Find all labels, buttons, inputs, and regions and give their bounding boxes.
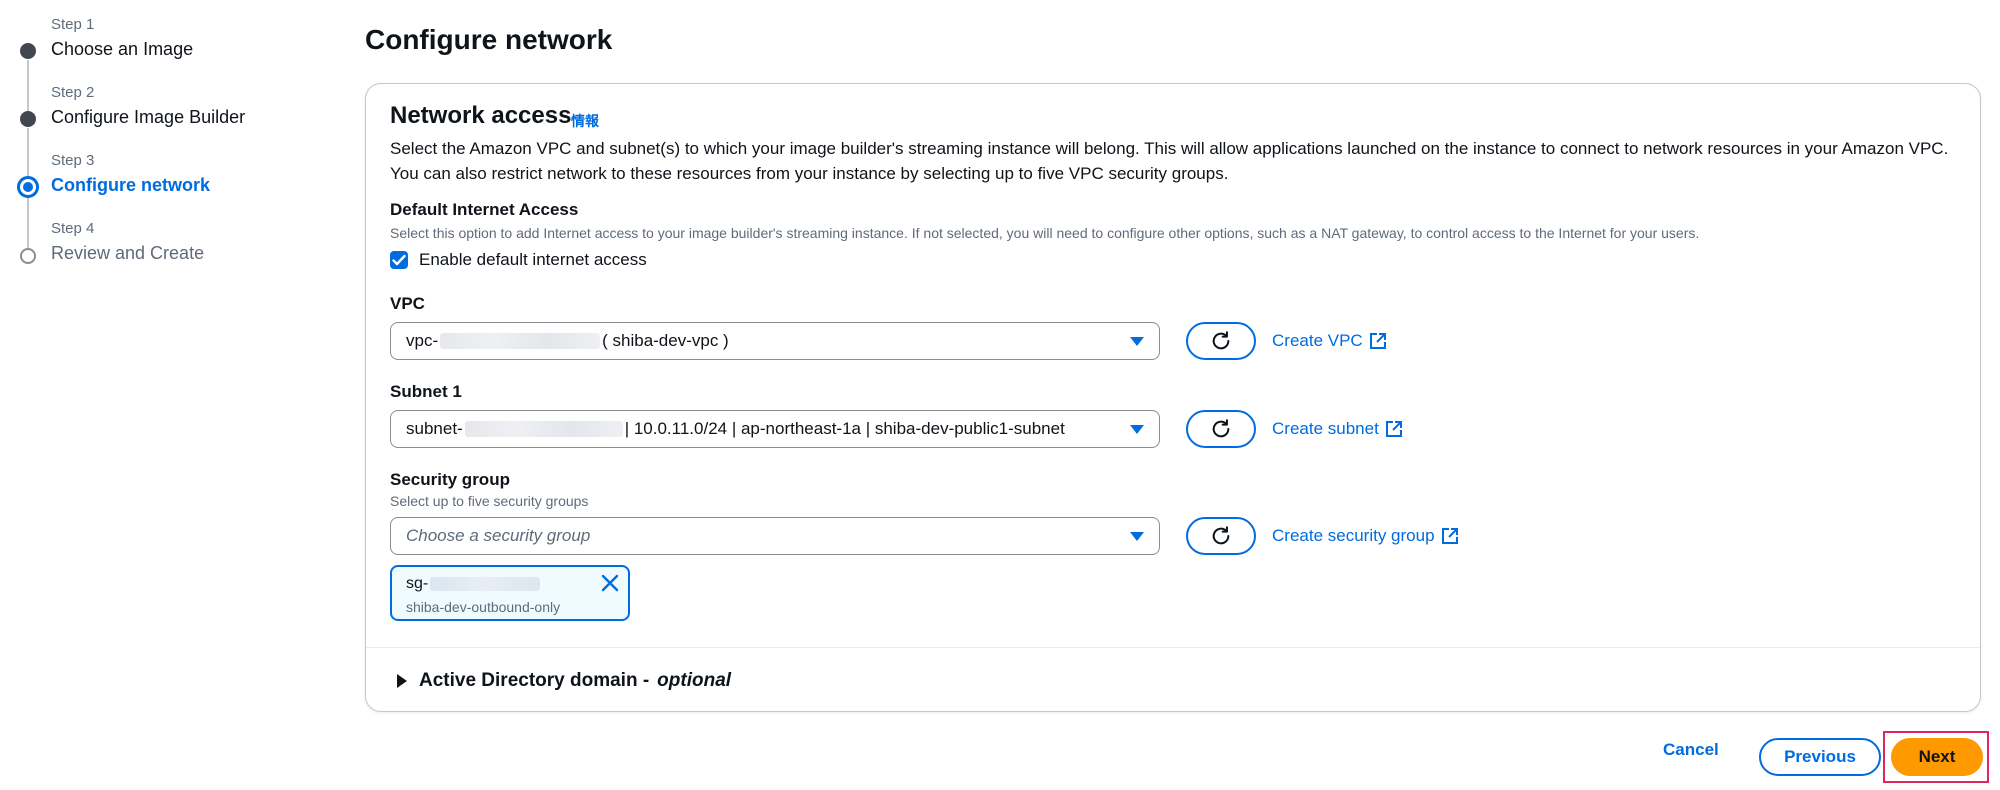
step-number: Step 4 <box>51 220 95 237</box>
create-subnet-label: Create subnet <box>1272 419 1379 438</box>
vpc-label: VPC <box>390 294 425 313</box>
create-subnet-link[interactable]: Create subnet <box>1272 419 1403 439</box>
default-internet-checkbox-row[interactable]: Enable default internet access <box>390 250 647 270</box>
vpc-refresh-button[interactable] <box>1186 322 1256 360</box>
section-description: Select the Amazon VPC and subnet(s) to w… <box>390 139 1949 183</box>
subnet-refresh-button[interactable] <box>1186 410 1256 448</box>
previous-button[interactable]: Previous <box>1759 738 1881 776</box>
default-internet-hint: Select this option to add Internet acces… <box>390 225 1700 241</box>
token-id-redacted <box>430 577 541 591</box>
checkmark-icon <box>392 254 406 266</box>
cancel-button[interactable]: Cancel <box>1663 740 1719 760</box>
selected-security-group-token: sg- shiba-dev-outbound-only <box>390 565 630 621</box>
caret-down-icon <box>1130 425 1144 434</box>
security-group-hint: Select up to five security groups <box>390 493 589 509</box>
subnet-details: | 10.0.11.0/24 | ap-northeast-1a | shiba… <box>624 419 1065 438</box>
step-title: Configure network <box>51 175 211 195</box>
caret-right-icon <box>397 674 407 688</box>
create-vpc-link[interactable]: Create VPC <box>1272 331 1387 351</box>
default-internet-checkbox[interactable] <box>390 251 408 269</box>
step-complete-icon <box>20 111 36 127</box>
security-group-select[interactable]: Choose a security group <box>390 517 1160 555</box>
refresh-icon <box>1212 526 1230 545</box>
vpc-name: ( shiba-dev-vpc ) <box>602 331 729 350</box>
step-title[interactable]: Choose an Image <box>51 39 193 60</box>
step-pending-icon <box>20 248 36 264</box>
token-name: shiba-dev-outbound-only <box>406 599 561 615</box>
subnet-id-prefix: subnet- <box>406 419 463 438</box>
network-access-panel: Network access 情報 Select the Amazon VPC … <box>365 83 1981 712</box>
create-security-group-link[interactable]: Create security group <box>1272 526 1459 546</box>
default-internet-label: Default Internet Access <box>390 200 579 219</box>
step-number: Step 1 <box>51 16 95 33</box>
next-button[interactable]: Next <box>1891 738 1983 776</box>
vpc-id-redacted <box>440 333 601 349</box>
close-icon <box>601 574 619 592</box>
step-current-icon <box>17 176 39 198</box>
external-link-icon <box>1441 528 1458 544</box>
refresh-icon <box>1212 419 1230 438</box>
security-group-placeholder: Choose a security group <box>406 526 591 545</box>
create-security-group-label: Create security group <box>1272 526 1435 545</box>
external-link-icon <box>1385 421 1402 437</box>
step-title[interactable]: Configure Image Builder <box>51 107 245 128</box>
step-number: Step 2 <box>51 84 95 101</box>
create-vpc-label: Create VPC <box>1272 331 1363 350</box>
step-connector <box>27 60 29 118</box>
expander-optional-label: optional <box>657 670 732 691</box>
external-link-icon <box>1369 333 1386 349</box>
vpc-id-prefix: vpc- <box>406 331 439 350</box>
step-title: Review and Create <box>51 243 205 263</box>
token-id-prefix: sg- <box>406 575 429 592</box>
default-internet-checkbox-label[interactable]: Enable default internet access <box>419 250 647 270</box>
expander-title: Active Directory domain - <box>419 670 650 691</box>
subnet-select[interactable]: subnet- | 10.0.11.0/24 | ap-northeast-1a… <box>390 410 1160 448</box>
subnet-id-redacted <box>464 421 623 437</box>
security-group-label: Security group <box>390 470 510 489</box>
page-title: Configure network <box>365 24 613 55</box>
step-connector <box>27 197 29 248</box>
step-complete-icon <box>20 43 36 59</box>
caret-down-icon <box>1130 532 1144 541</box>
section-divider <box>366 647 1980 648</box>
section-title: Network access <box>390 102 572 129</box>
step-number: Step 3 <box>51 152 95 169</box>
step-connector <box>27 128 29 180</box>
vpc-select[interactable]: vpc- ( shiba-dev-vpc ) <box>390 322 1160 360</box>
active-directory-expander[interactable]: Active Directory domain - optional <box>397 670 731 692</box>
security-group-refresh-button[interactable] <box>1186 517 1256 555</box>
token-id: sg- <box>406 575 541 593</box>
subnet-label: Subnet 1 <box>390 382 462 401</box>
remove-token-button[interactable] <box>601 574 619 597</box>
info-link[interactable]: 情報 <box>571 111 599 131</box>
refresh-icon <box>1212 331 1230 350</box>
caret-down-icon <box>1130 337 1144 346</box>
